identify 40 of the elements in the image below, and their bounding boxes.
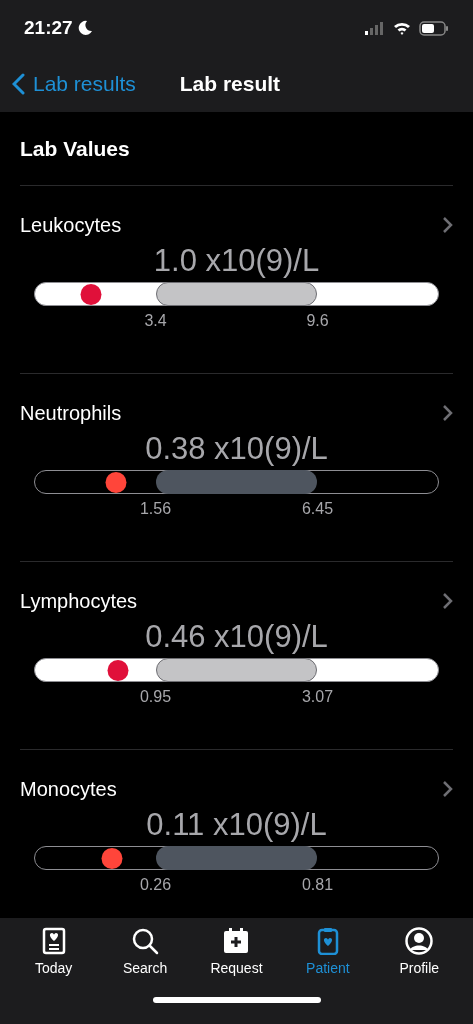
section-title: Lab Values — [20, 135, 130, 162]
back-chevron-icon — [12, 73, 25, 95]
range-low: 3.4 — [144, 311, 167, 331]
tab-item[interactable]: Request — [196, 927, 277, 979]
result-name: Lymphocytes — [20, 589, 138, 614]
result-value: 0.46 x10(9)/L — [144, 618, 329, 656]
result-value: 0.11 x10(9)/L — [145, 806, 328, 844]
signal-icon — [365, 21, 385, 35]
chevron-right-icon — [442, 592, 453, 610]
range-low: 0.95 — [139, 687, 172, 707]
result-value: 0.38 x10(9)/L — [144, 430, 329, 468]
chevron-right-icon — [442, 404, 453, 422]
chevron-right-icon — [442, 216, 453, 234]
result-name: Neutrophils — [20, 401, 122, 426]
tab-item[interactable]: Profile — [379, 927, 460, 979]
range-low: 1.56 — [139, 499, 172, 519]
battery-icon — [419, 20, 449, 36]
range-high: 9.6 — [306, 311, 329, 331]
profile-icon — [405, 927, 434, 955]
lab-result-row[interactable]: Neutrophils 0.38 x10(9)/L 1.56 6.45 — [20, 374, 453, 562]
range-low: 0.26 — [139, 875, 172, 895]
moon-icon — [76, 20, 93, 36]
tab-item[interactable]: Today — [13, 927, 94, 979]
range-high: 0.81 — [301, 875, 334, 895]
status-time: 21:27 — [24, 15, 73, 40]
back-button[interactable]: Lab results — [12, 68, 136, 100]
tab-item[interactable]: Patient — [287, 927, 368, 979]
result-name: Monocytes — [20, 777, 117, 802]
page-title: Lab result — [179, 71, 281, 98]
range-high: 6.45 — [301, 499, 334, 519]
lab-result-row[interactable]: Lymphocytes 0.46 x10(9)/L 0.95 3.07 — [20, 562, 453, 750]
result-name: Leukocytes — [20, 213, 122, 238]
lab-result-row[interactable]: Leukocytes 1.0 x10(9)/L 3.4 9.6 — [20, 186, 453, 374]
wifi-icon — [393, 21, 411, 35]
tab-item[interactable]: Search — [105, 927, 186, 979]
result-value: 1.0 x10(9)/L — [152, 242, 321, 280]
calendar-plus-icon — [222, 927, 251, 955]
chevron-right-icon — [442, 780, 453, 798]
range-high: 3.07 — [301, 687, 334, 707]
search-icon — [131, 927, 160, 955]
